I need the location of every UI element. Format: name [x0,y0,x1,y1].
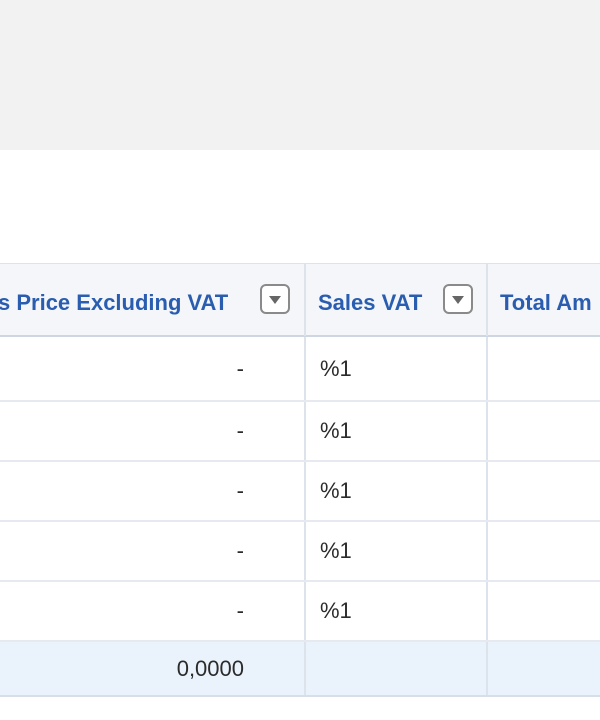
filter-dropdown-button[interactable] [260,284,290,314]
total-amount-cell [488,522,600,580]
total-amount-cell [488,582,600,640]
price-excl-vat-cell: - [236,355,244,381]
total-amount-total [488,642,600,695]
price-excl-vat-cell: - [236,538,244,563]
column-divider [486,582,488,640]
column-header-sales-vat[interactable]: Sales VAT [306,264,487,336]
price-excl-vat-cell: - [236,478,244,503]
column-header-label: Sales VAT [318,290,423,315]
sales-vat-cell: %1 [320,418,352,443]
price-excl-vat-cell: - [236,418,244,443]
column-divider [304,642,306,695]
sales-vat-cell: %1 [320,598,352,623]
column-divider [486,462,488,520]
price-excl-vat-cell: - [236,598,244,623]
table-row[interactable]: - %1 [0,402,600,462]
column-divider [486,642,488,695]
total-amount-cell [488,337,600,400]
grid-header-row: s Price Excluding VAT Sales VAT Total Am [0,263,600,337]
totals-row: 0,0000 [0,642,600,697]
column-divider [304,582,306,640]
table-row[interactable]: - %1 [0,522,600,582]
table-row[interactable]: - %1 [0,462,600,522]
price-excl-vat-total: 0,0000 [176,655,244,681]
total-amount-cell [488,402,600,460]
column-header-label: Total Am [500,290,592,315]
column-divider [486,522,488,580]
sales-vat-total [320,642,480,695]
data-grid: s Price Excluding VAT Sales VAT Total Am… [0,263,600,697]
column-divider [486,337,488,400]
filter-dropdown-button[interactable] [443,284,473,314]
table-row[interactable]: - %1 [0,582,600,642]
column-divider [486,402,488,460]
column-header-label: s Price Excluding VAT [0,290,229,315]
column-divider [304,337,306,400]
column-divider [304,522,306,580]
total-amount-cell [488,462,600,520]
toolbar-area [0,0,600,150]
filter-dropdown-icon [452,296,464,304]
column-header-price-excl-vat[interactable]: s Price Excluding VAT [0,264,305,336]
column-divider [304,402,306,460]
column-divider [304,462,306,520]
filter-dropdown-icon [269,296,281,304]
sales-vat-cell: %1 [320,478,352,503]
sales-vat-cell: %1 [320,538,352,563]
table-row[interactable]: - %1 [0,337,600,402]
sales-vat-cell: %1 [320,355,352,381]
column-header-total-amount[interactable]: Total Am [488,264,600,336]
